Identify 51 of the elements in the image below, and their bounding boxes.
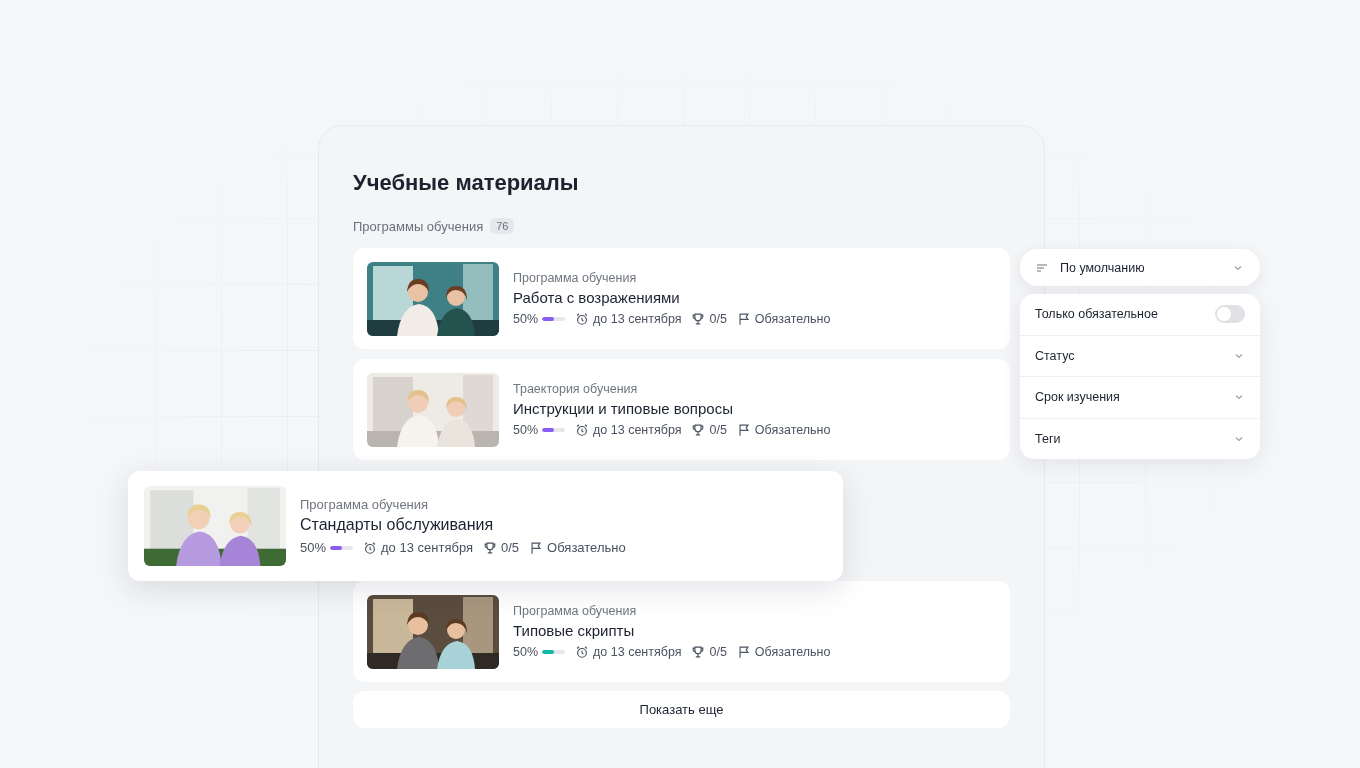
course-title: Работа с возражениями: [513, 289, 681, 306]
course-title: Типовые скрипты: [513, 622, 636, 639]
page-title: Учебные материалы: [353, 170, 580, 196]
alarm-clock-icon: [575, 312, 590, 326]
score-text: 0/5: [709, 312, 727, 326]
filter-label: Только обязательное: [1035, 307, 1158, 322]
flag-icon: [736, 312, 751, 326]
progress-percent: 50%: [300, 540, 327, 555]
flag-icon: [736, 423, 751, 437]
toggle-switch[interactable]: [1215, 305, 1245, 324]
course-card[interactable]: Программа обучения Работа с возражениями 50% до 13 сентября 0/5 Обязательно: [353, 248, 1010, 349]
deadline-text: до 13 сентября: [593, 423, 682, 437]
sort-icon: [1036, 261, 1048, 274]
alarm-clock-icon: [575, 423, 590, 437]
trophy-icon: [483, 540, 497, 555]
alarm-clock-icon: [363, 540, 378, 555]
alarm-clock-icon: [575, 645, 590, 659]
filter-dropdown[interactable]: Срок изучения: [1020, 376, 1260, 418]
progress-percent: 50%: [513, 423, 539, 437]
required-label: Обязательно: [754, 312, 831, 326]
progress-percent: 50%: [513, 312, 539, 326]
required-label: Обязательно: [754, 423, 831, 437]
trophy-icon: [691, 423, 706, 437]
show-more-button[interactable]: Показать еще: [353, 691, 1010, 728]
course-type: Программа обучения: [513, 271, 638, 285]
course-card[interactable]: Траектория обучения Инструкции и типовые вопросы 50% до 13 сентября 0/5 Обязательно: [353, 359, 1010, 460]
course-type: Траектория обучения: [513, 382, 639, 396]
filter-dropdown[interactable]: Статус: [1020, 334, 1260, 376]
trophy-icon: [691, 645, 706, 659]
course-type: Программа обучения: [300, 497, 430, 512]
deadline-text: до 13 сентября: [593, 645, 682, 659]
course-card[interactable]: Программа обучения Типовые скрипты 50% до 13 сентября 0/5 Обязательно: [353, 581, 1010, 682]
score-text: 0/5: [501, 540, 520, 555]
section-label: Программы обучения: [353, 218, 484, 234]
sort-dropdown[interactable]: По умолчанию: [1020, 249, 1260, 286]
trophy-icon: [691, 312, 706, 326]
count-badge: 76: [490, 218, 515, 234]
progress-percent: 50%: [513, 645, 539, 659]
course-title: Инструкции и типовые вопросы: [513, 400, 734, 417]
deadline-text: до 13 сентября: [381, 540, 473, 555]
deadline-text: до 13 сентября: [593, 312, 682, 326]
required-label: Обязательно: [754, 645, 831, 659]
flag-icon: [529, 540, 544, 555]
score-text: 0/5: [709, 423, 727, 437]
flag-icon: [736, 645, 751, 659]
course-type: Программа обучения: [513, 604, 638, 618]
course-card[interactable]: Программа обучения Стандарты обслуживания 50% до 13 сентября 0/5 Обязательно: [128, 471, 843, 581]
required-label: Обязательно: [547, 540, 626, 555]
filter-dropdown[interactable]: Теги: [1020, 417, 1260, 459]
course-title: Стандарты обслуживания: [300, 516, 495, 534]
score-text: 0/5: [709, 645, 727, 659]
